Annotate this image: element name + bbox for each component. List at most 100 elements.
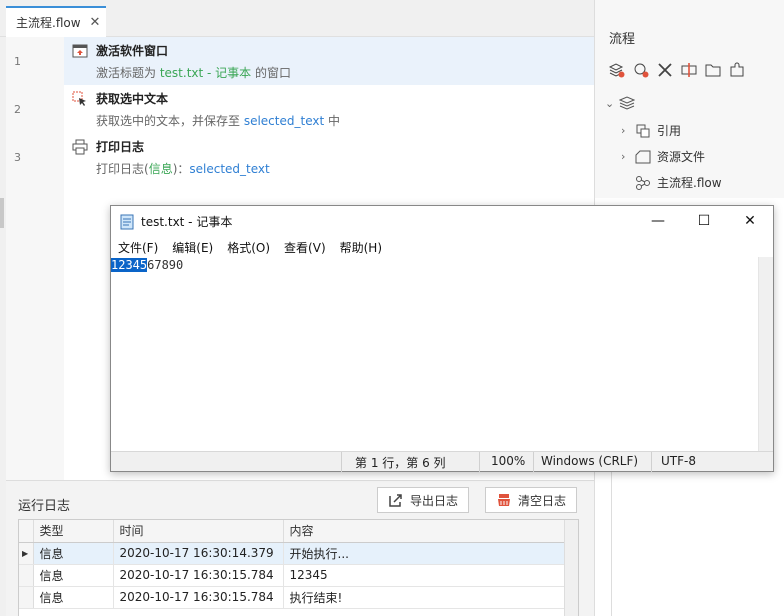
tree-item-reference[interactable]: › 引用 — [621, 122, 681, 139]
extension-icon[interactable] — [729, 62, 745, 78]
status-zoom: 100% — [491, 454, 526, 468]
delete-icon[interactable] — [657, 62, 673, 78]
step-desc: 激活标题为 test.txt - 记事本 的窗口 — [96, 66, 291, 80]
step-get-selected-text[interactable]: 获取选中文本 获取选中的文本，并保存至 selected_text 中 — [64, 85, 594, 133]
row-header — [19, 564, 34, 587]
log-title: 运行日志 — [18, 499, 71, 514]
cell-time: 2020-10-17 16:30:14.379 — [113, 542, 284, 565]
properties-area — [611, 470, 784, 616]
menu-edit[interactable]: 编辑(E) — [172, 239, 213, 256]
tree-item-main-flow[interactable]: 主流程.flow — [633, 174, 722, 191]
printer-icon — [72, 139, 88, 155]
cell-type: 信息 — [33, 542, 114, 565]
clear-log-button[interactable]: 清空日志 — [485, 487, 578, 513]
menu-view[interactable]: 查看(V) — [284, 239, 326, 256]
table-row[interactable]: 信息 2020-10-17 16:30:15.784 执行结束! — [19, 586, 566, 609]
export-log-label: 导出日志 — [410, 493, 459, 508]
close-icon[interactable]: ✕ — [727, 206, 773, 236]
unselected-text: 67890 — [147, 258, 184, 272]
column-header-content[interactable]: 内容 — [283, 520, 566, 543]
notepad-scrollbar[interactable] — [758, 257, 773, 451]
log-scrollbar[interactable] — [564, 520, 578, 616]
tab-close-icon[interactable]: ✕ — [90, 15, 101, 30]
tree-label: 资源文件 — [657, 150, 706, 164]
cell-content: 12345 — [283, 564, 566, 587]
add-component-icon[interactable] — [633, 62, 649, 78]
table-row[interactable]: ▶ 信息 2020-10-17 16:30:14.379 开始执行... — [19, 542, 566, 565]
add-layer-icon[interactable] — [608, 62, 625, 78]
notepad-text-area[interactable]: 1234567890 — [111, 257, 757, 451]
broom-icon — [498, 494, 510, 506]
resource-file-icon — [635, 149, 651, 165]
menu-help[interactable]: 帮助(H) — [340, 239, 382, 256]
notepad-app-icon — [120, 214, 134, 229]
cell-content: 执行结束! — [283, 586, 566, 609]
panel-title: 流程 — [609, 32, 636, 47]
export-log-button[interactable]: 导出日志 — [377, 487, 470, 513]
column-header-time[interactable]: 时间 — [113, 520, 284, 543]
menu-format[interactable]: 格式(O) — [227, 239, 270, 256]
tree-label: 主流程.flow — [657, 176, 722, 190]
cell-content: 开始执行... — [283, 542, 566, 565]
step-title: 激活软件窗口 — [96, 44, 169, 58]
maximize-icon[interactable]: ☐ — [681, 206, 727, 236]
editor-tabbar: 主流程.flow ✕ — [0, 0, 594, 37]
log-table: 类型 时间 内容 ▶ 信息 2020-10-17 16:30:14.379 开始… — [18, 519, 579, 616]
cell-type: 信息 — [33, 586, 114, 609]
cell-type: 信息 — [33, 564, 114, 587]
flow-file-icon — [635, 175, 651, 191]
panel-toolbar — [608, 62, 745, 78]
status-divider — [341, 452, 342, 472]
cell-time: 2020-10-17 16:30:15.784 — [113, 586, 284, 609]
app-window: 主流程.flow ✕ 1 2 3 激活软件窗口 激活标题为 test.txt -… — [0, 0, 784, 616]
step-desc: 获取选中的文本，并保存至 selected_text 中 — [96, 114, 340, 128]
minimize-icon[interactable]: — — [635, 206, 681, 236]
export-icon — [389, 494, 402, 507]
notepad-statusbar: 第 1 行，第 6 列 100% Windows (CRLF) UTF-8 — [111, 451, 773, 472]
splitter-handle[interactable] — [0, 198, 4, 228]
layers-icon — [618, 95, 636, 111]
select-cursor-icon — [72, 91, 88, 107]
project-panel-top: 流程 ⌄ › 引用 › 资源文件 主流程.flow — [595, 0, 784, 198]
notepad-window[interactable]: test.txt - 记事本 — ☐ ✕ 文件(F) 编辑(E) 格式(O) 查… — [110, 205, 774, 472]
step-title: 打印日志 — [96, 140, 145, 154]
cell-time: 2020-10-17 16:30:15.784 — [113, 564, 284, 587]
line-number: 3 — [14, 151, 21, 164]
tab-label: 主流程.flow — [16, 16, 81, 30]
rename-icon[interactable] — [681, 62, 697, 78]
tree-label: 引用 — [657, 124, 682, 138]
status-line-ending: Windows (CRLF) — [541, 454, 639, 468]
notepad-menubar: 文件(F) 编辑(E) 格式(O) 查看(V) 帮助(H) — [111, 237, 773, 257]
line-number: 2 — [14, 103, 21, 116]
reference-icon — [635, 123, 651, 139]
table-row[interactable]: 信息 2020-10-17 16:30:15.784 12345 — [19, 564, 566, 587]
notepad-title: test.txt - 记事本 — [141, 215, 233, 229]
status-divider — [651, 452, 652, 472]
chevron-right-icon[interactable]: › — [621, 150, 633, 163]
step-print-log[interactable]: 打印日志 打印日志(信息)：selected_text — [64, 133, 594, 181]
clear-log-label: 清空日志 — [518, 493, 567, 508]
row-current-indicator-icon: ▶ — [19, 542, 34, 565]
selected-text: 12345 — [111, 258, 148, 272]
tab-main-flow[interactable]: 主流程.flow ✕ — [6, 6, 106, 37]
run-log-panel: 运行日志 导出日志 清空日志 类型 时间 内容 ▶ 信息 2020-10-17 … — [6, 480, 594, 616]
row-header-corner — [19, 520, 34, 543]
line-gutter: 1 2 3 — [6, 37, 64, 480]
status-encoding: UTF-8 — [661, 454, 696, 468]
step-title: 获取选中文本 — [96, 92, 169, 106]
menu-file[interactable]: 文件(F) — [118, 239, 158, 256]
step-desc: 打印日志(信息)：selected_text — [96, 162, 270, 176]
status-divider — [533, 452, 534, 472]
chevron-right-icon[interactable]: › — [621, 124, 633, 137]
column-header-type[interactable]: 类型 — [33, 520, 114, 543]
row-header — [19, 586, 34, 609]
tree-root[interactable]: ⌄ — [605, 95, 641, 111]
window-activate-icon — [72, 43, 88, 59]
status-divider — [479, 452, 480, 472]
chevron-down-icon[interactable]: ⌄ — [605, 97, 617, 110]
step-activate-window[interactable]: 激活软件窗口 激活标题为 test.txt - 记事本 的窗口 — [64, 37, 594, 85]
line-number: 1 — [14, 55, 21, 68]
status-position: 第 1 行，第 6 列 — [355, 456, 446, 470]
folder-icon[interactable] — [705, 62, 721, 78]
tree-item-resources[interactable]: › 资源文件 — [621, 148, 705, 165]
